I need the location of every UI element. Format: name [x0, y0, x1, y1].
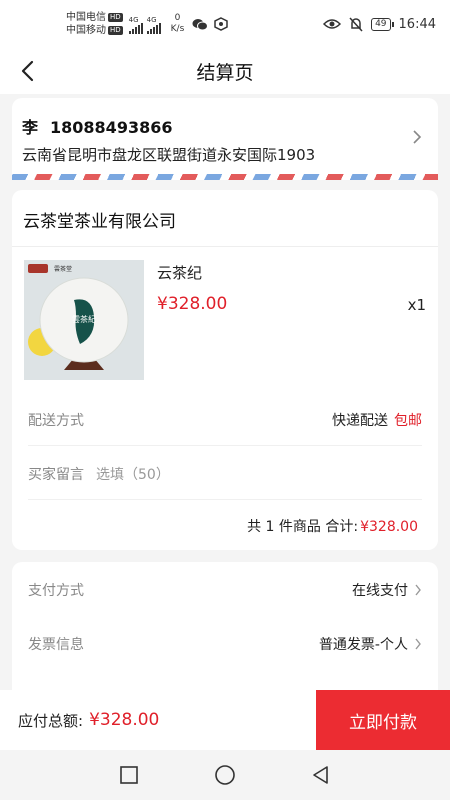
battery-icon: 49: [371, 17, 395, 31]
chevron-right-icon: [415, 584, 421, 596]
invoice-value: 普通发票-个人: [318, 637, 408, 653]
carrier-info: 中国电信 HD 中国移动 HD: [66, 11, 123, 37]
brand-text: 雲茶堂: [54, 265, 72, 273]
page-header: 结算页: [0, 48, 450, 94]
payment-method-value: 在线支付: [352, 583, 408, 599]
order-summary: 共 1 件商品 合计: ¥328.00: [247, 516, 418, 536]
signal-icons: 4G 4G: [128, 14, 161, 34]
signal-strength-icon: 4G: [146, 16, 161, 34]
invoice-row[interactable]: 发票信息 普通发票-个人: [28, 618, 422, 670]
hd-badge: HD: [108, 13, 123, 22]
chevron-right-icon: [415, 638, 421, 650]
recipient-name: 李: [22, 118, 39, 137]
shop-name: 云茶堂茶业有限公司: [23, 212, 176, 232]
wechat-icon: [192, 18, 209, 30]
payment-card: 支付方式 在线支付 发票信息 普通发票-个人: [12, 562, 438, 702]
checkout-bar: 应付总额: ¥328.00 立即付款: [0, 690, 450, 750]
product-quantity: x1: [407, 296, 426, 314]
delivery-row[interactable]: 配送方式 快递配送 包邮: [28, 394, 422, 446]
payment-method-label: 支付方式: [28, 583, 84, 599]
divider: [12, 246, 438, 247]
product-name: 云茶纪: [157, 264, 203, 282]
network-speed: 0 K/s: [170, 13, 185, 34]
home-icon[interactable]: [214, 764, 236, 786]
tea-label: 雲茶紀: [72, 314, 96, 324]
recent-apps-icon[interactable]: [118, 764, 140, 786]
airmail-border: [12, 174, 438, 180]
shipping-address-card[interactable]: 李 18088493866 云南省昆明市盘龙区联盟街道永安国际1903: [12, 98, 438, 180]
payment-method-row[interactable]: 支付方式 在线支付: [28, 564, 422, 616]
page-title: 结算页: [196, 61, 254, 84]
total-amount: ¥328.00: [89, 710, 160, 730]
chevron-right-icon: [413, 130, 422, 144]
hd-badge: HD: [108, 26, 123, 35]
mute-bell-icon: [349, 16, 363, 32]
status-bar: 中国电信 HD 中国移动 HD 4G 4G 0 K/s 49 16:44: [0, 0, 450, 48]
delivery-label: 配送方式: [28, 412, 84, 429]
summary-amount: ¥328.00: [360, 519, 418, 535]
system-nav-bar: [0, 750, 450, 800]
invoice-label: 发票信息: [28, 637, 84, 653]
total-label: 应付总额:: [18, 711, 84, 730]
product-price: ¥328.00: [157, 294, 228, 314]
carrier-2: 中国移动: [66, 25, 106, 36]
buyer-message-label: 买家留言: [28, 466, 84, 483]
carrier-1: 中国电信: [66, 12, 106, 23]
nav-back-icon[interactable]: [310, 764, 332, 786]
pay-now-button[interactable]: 立即付款: [316, 690, 450, 750]
product-image[interactable]: 雲茶紀 雲茶堂: [24, 260, 144, 380]
eye-icon: [323, 19, 342, 29]
clock: 16:44: [398, 16, 436, 32]
recipient-phone: 18088493866: [50, 118, 173, 137]
order-card: 云茶堂茶业有限公司 雲茶紀 雲茶堂 云茶纪 ¥328.00 x1 配送方式 快递…: [12, 190, 438, 550]
back-arrow-icon[interactable]: [16, 58, 42, 84]
buyer-message-row: 买家留言 选填（50）: [28, 448, 422, 500]
delivery-method: 快递配送: [332, 412, 388, 429]
free-shipping-badge: 包邮: [394, 412, 422, 429]
address-detail: 云南省昆明市盘龙区联盟街道永安国际1903: [22, 146, 316, 164]
app-notification-icon: [214, 17, 229, 31]
signal-strength-icon: 4G: [128, 16, 143, 34]
buyer-message-input[interactable]: 选填（50）: [96, 464, 170, 484]
summary-text: 共 1 件商品 合计:: [247, 519, 359, 535]
